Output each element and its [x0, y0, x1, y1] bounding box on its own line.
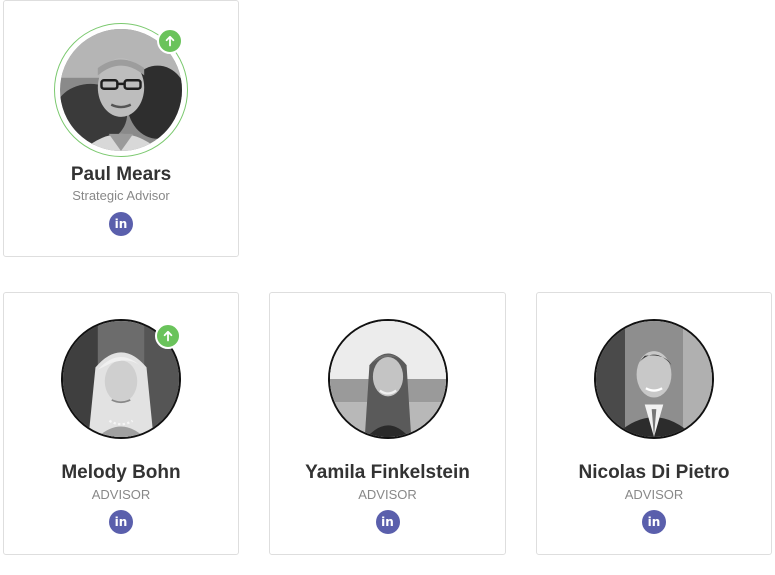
member-name: Nicolas Di Pietro	[578, 462, 730, 483]
avatar-ring	[54, 23, 188, 157]
arrow-up-icon	[157, 28, 183, 54]
linkedin-icon[interactable]: in	[109, 212, 133, 236]
member-name: Melody Bohn	[61, 462, 181, 483]
team-card: Melody Bohn ADVISOR in	[3, 292, 239, 555]
member-role: ADVISOR	[358, 487, 417, 502]
team-card: Yamila Finkelstein ADVISOR in	[269, 292, 506, 555]
avatar-ring	[61, 319, 181, 439]
linkedin-icon[interactable]: in	[375, 510, 400, 534]
team-card: Nicolas Di Pietro ADVISOR in	[536, 292, 772, 555]
avatar-ring	[327, 319, 448, 439]
avatar	[329, 321, 446, 437]
avatar-ring	[594, 319, 714, 439]
arrow-up-icon	[155, 323, 181, 349]
member-role: Strategic Advisor	[72, 188, 170, 203]
member-name: Yamila Finkelstein	[305, 462, 470, 483]
linkedin-icon[interactable]: in	[642, 510, 666, 534]
linkedin-icon[interactable]: in	[109, 510, 133, 534]
member-name: Paul Mears	[70, 164, 172, 185]
member-role: ADVISOR	[624, 487, 684, 502]
avatar	[596, 321, 712, 437]
member-role: ADVISOR	[91, 487, 151, 502]
team-card: Paul Mears Strategic Advisor in	[3, 0, 239, 257]
